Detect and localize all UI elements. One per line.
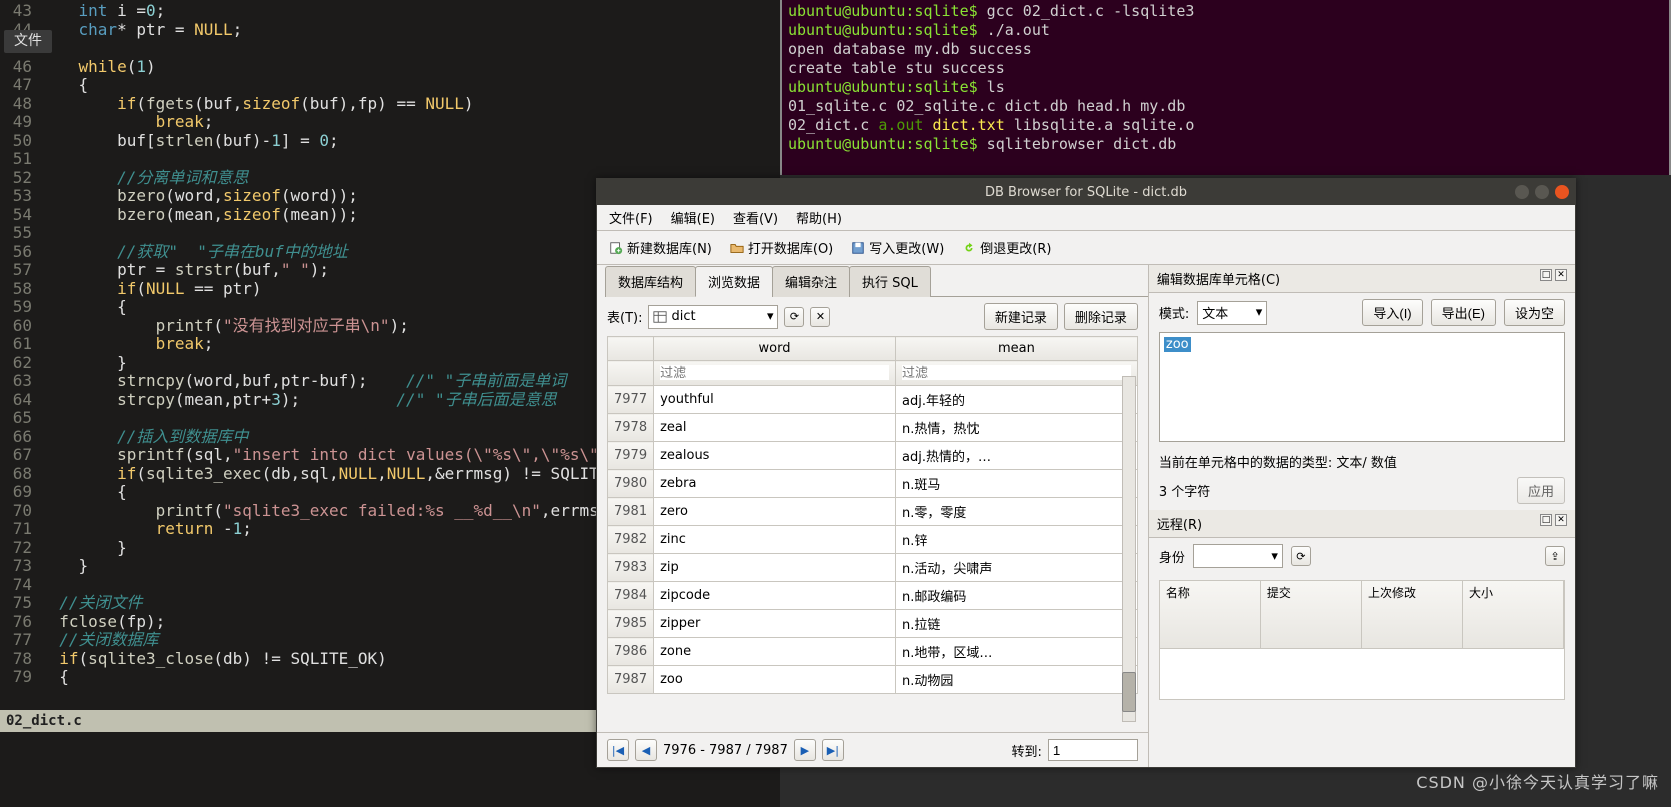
remote-refresh-button[interactable]: ⟳ [1291, 546, 1311, 566]
table-row[interactable]: 7979zealousadj.热情的，… [608, 442, 1138, 470]
new-database-button[interactable]: 新建数据库(N) [609, 238, 712, 257]
write-changes-button[interactable]: 写入更改(W) [851, 238, 944, 257]
table-label: 表(T): [607, 307, 642, 326]
scrollbar-track[interactable] [1122, 376, 1136, 722]
identity-label: 身份 [1159, 547, 1185, 566]
edit-cell-title: 编辑数据库单元格(C) [1157, 269, 1280, 288]
table-row[interactable]: 7986zonen.地带，区域… [608, 638, 1138, 666]
remote-col-modified[interactable]: 上次修改 [1362, 581, 1463, 649]
nav-next-button[interactable]: ▶ [794, 739, 816, 761]
panel-close-icon[interactable]: ✕ [1555, 514, 1567, 526]
menu-view[interactable]: 查看(V) [733, 208, 778, 227]
tab-structure[interactable]: 数据库结构 [605, 266, 696, 297]
chevron-down-icon: ▾ [1256, 305, 1263, 320]
apply-button[interactable]: 应用 [1517, 477, 1565, 504]
close-icon[interactable] [1555, 185, 1569, 199]
data-table[interactable]: wordmean 7977youthfuladj.年轻的7978zealn.热情… [607, 336, 1138, 694]
record-navigation: |◀ ◀ 7976 - 7987 / 7987 ▶ ▶| 转到: [597, 732, 1148, 767]
refresh-button[interactable]: ⟳ [784, 307, 804, 327]
goto-input[interactable] [1048, 739, 1138, 761]
table-row[interactable]: 7981zeron.零，零度 [608, 498, 1138, 526]
remote-col-commit[interactable]: 提交 [1261, 581, 1362, 649]
tab-pragmas[interactable]: 编辑杂注 [772, 266, 850, 297]
nav-range: 7976 - 7987 / 7987 [663, 743, 788, 758]
import-button[interactable]: 导入(I) [1362, 299, 1422, 326]
table-row[interactable]: 7984zipcoden.邮政编码 [608, 582, 1138, 610]
identity-select[interactable]: ▾ [1193, 544, 1283, 568]
table-row[interactable]: 7983zipn.活动，尖啸声 [608, 554, 1138, 582]
export-button[interactable]: 导出(E) [1431, 299, 1496, 326]
table-row[interactable]: 7978zealn.热情，热忱 [608, 414, 1138, 442]
line-number-gutter: 4344454647484950515253545556575859606162… [0, 0, 38, 687]
col-mean[interactable]: mean [895, 337, 1137, 361]
panel-undock-icon[interactable]: □ [1540, 514, 1552, 526]
chevron-down-icon: ▾ [1271, 549, 1278, 564]
db-browser-window: DB Browser for SQLite - dict.db 文件(F) 编辑… [596, 178, 1576, 768]
db-menubar: 文件(F) 编辑(E) 查看(V) 帮助(H) [597, 205, 1575, 231]
remote-title: 远程(R) [1157, 514, 1202, 533]
menu-help[interactable]: 帮助(H) [796, 208, 842, 227]
terminal-pane[interactable]: ubuntu@ubuntu:sqlite$ gcc 02_dict.c -lsq… [780, 0, 1671, 175]
nav-first-button[interactable]: |◀ [607, 739, 629, 761]
scrollbar-thumb[interactable] [1122, 672, 1136, 712]
remote-table-body [1160, 649, 1564, 699]
filter-mean[interactable] [902, 365, 1131, 380]
filter-word[interactable] [660, 365, 889, 380]
new-record-button[interactable]: 新建记录 [984, 303, 1058, 330]
goto-label: 转到: [1011, 741, 1041, 760]
remote-col-name[interactable]: 名称 [1160, 581, 1261, 649]
mode-label: 模式: [1159, 303, 1189, 322]
db-right-panel: 编辑数据库单元格(C) □✕ 模式: 文本▾ 导入(I) 导出(E) 设为空 z… [1149, 265, 1575, 767]
nav-prev-button[interactable]: ◀ [635, 739, 657, 761]
code-area[interactable]: int i =0; char* ptr = NULL; while(1) { i… [40, 2, 676, 687]
revert-changes-button[interactable]: 倒退更改(R) [962, 238, 1051, 257]
set-null-button[interactable]: 设为空 [1504, 299, 1565, 326]
table-row[interactable]: 7985zippern.拉链 [608, 610, 1138, 638]
file-tab-button[interactable]: 文件 [4, 30, 52, 53]
cell-value: zoo [1164, 337, 1191, 352]
db-left-panel: 数据库结构 浏览数据 编辑杂注 执行 SQL 表(T): dict ▾ ⟳ ✕ … [597, 265, 1149, 767]
delete-record-button[interactable]: 删除记录 [1064, 303, 1138, 330]
tab-browse-data[interactable]: 浏览数据 [695, 266, 773, 297]
csdn-watermark: CSDN @小徐今天认真学习了嘛 [1416, 769, 1659, 793]
table-select[interactable]: dict ▾ [648, 305, 778, 329]
table-row[interactable]: 7980zebran.斑马 [608, 470, 1138, 498]
remote-push-button[interactable]: ⇪ [1545, 546, 1565, 566]
window-controls [1515, 185, 1569, 199]
db-window-title: DB Browser for SQLite - dict.db [985, 185, 1187, 200]
table-row[interactable]: 7987zoon.动物园 [608, 666, 1138, 694]
cell-editor[interactable]: zoo [1159, 332, 1565, 442]
panel-close-icon[interactable]: ✕ [1555, 269, 1567, 281]
col-word[interactable]: word [654, 337, 896, 361]
clear-filter-button[interactable]: ✕ [810, 307, 830, 327]
minimize-icon[interactable] [1515, 185, 1529, 199]
nav-last-button[interactable]: ▶| [822, 739, 844, 761]
table-row[interactable]: 7982zincn.锌 [608, 526, 1138, 554]
table-row[interactable]: 7977youthfuladj.年轻的 [608, 386, 1138, 414]
panel-undock-icon[interactable]: □ [1540, 269, 1552, 281]
remote-col-size[interactable]: 大小 [1463, 581, 1564, 649]
menu-edit[interactable]: 编辑(E) [671, 208, 715, 227]
db-tab-bar: 数据库结构 浏览数据 编辑杂注 执行 SQL [605, 265, 1148, 297]
menu-file[interactable]: 文件(F) [609, 208, 653, 227]
cell-type-text: 当前在单元格中的数据的类型: 文本/ 数值 [1159, 452, 1565, 471]
maximize-icon[interactable] [1535, 185, 1549, 199]
remote-table[interactable]: 名称 提交 上次修改 大小 [1159, 580, 1565, 700]
open-database-button[interactable]: 打开数据库(O) [730, 238, 833, 257]
db-toolbar: 新建数据库(N) 打开数据库(O) 写入更改(W) 倒退更改(R) [597, 231, 1575, 265]
chevron-down-icon: ▾ [767, 309, 774, 324]
tab-execute-sql[interactable]: 执行 SQL [849, 266, 931, 297]
mode-select[interactable]: 文本▾ [1197, 301, 1267, 325]
db-titlebar[interactable]: DB Browser for SQLite - dict.db [597, 179, 1575, 205]
char-count: 3 个字符 [1159, 481, 1210, 500]
